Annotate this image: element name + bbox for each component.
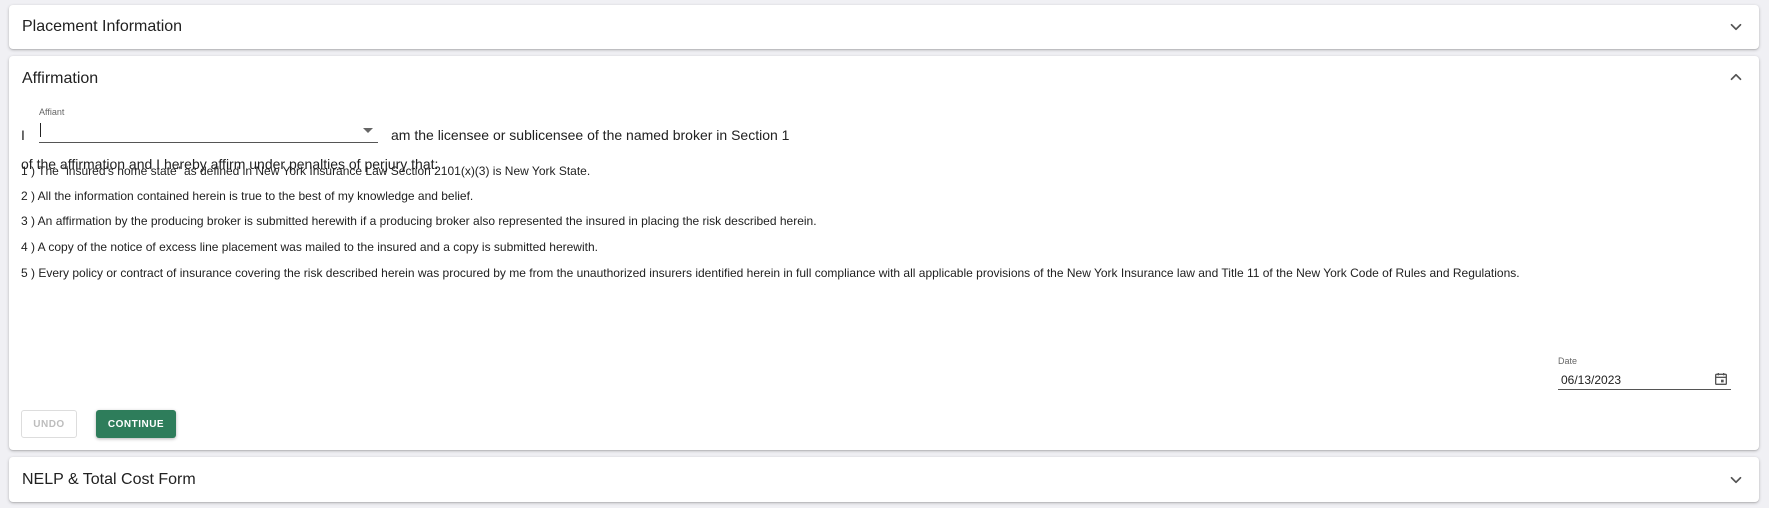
text-cursor <box>40 123 41 137</box>
affirmation-statement-1: 1 ) The “insured’s home state” as define… <box>21 164 591 178</box>
affirmation-statement-3: 3 ) An affirmation by the producing brok… <box>21 214 817 228</box>
date-label: Date <box>1558 356 1578 366</box>
date-value[interactable]: 06/13/2023 <box>1561 373 1621 387</box>
chevron-down-icon[interactable] <box>1727 471 1745 489</box>
chevron-down-icon[interactable] <box>1727 18 1745 36</box>
affirmation-title[interactable]: Affirmation <box>22 70 98 88</box>
nelp-total-cost-panel[interactable]: NELP & Total Cost Form <box>9 457 1759 502</box>
placement-information-panel[interactable]: Placement Information <box>9 5 1759 49</box>
affirmation-statement-2: 2 ) All the information contained herein… <box>21 189 474 203</box>
affirmation-statement-5: 5 ) Every policy or contract of insuranc… <box>21 266 1520 280</box>
affirmation-panel: Affirmation Affiant I am the licensee or… <box>9 56 1759 450</box>
affirmation-statement-4: 4 ) A copy of the notice of excess line … <box>21 240 598 254</box>
date-input[interactable]: 06/13/2023 <box>1558 369 1731 390</box>
dropdown-arrow-icon[interactable] <box>363 128 373 133</box>
chevron-up-icon[interactable] <box>1727 68 1745 86</box>
affirmation-line1-text: am the licensee or sublicensee of the na… <box>391 127 790 143</box>
placement-information-title[interactable]: Placement Information <box>22 18 182 36</box>
nelp-total-cost-title[interactable]: NELP & Total Cost Form <box>22 471 196 489</box>
continue-button[interactable]: CONTINUE <box>96 410 176 438</box>
affiant-label: Affiant <box>39 107 65 117</box>
undo-button[interactable]: UNDO <box>21 410 77 438</box>
affirmation-lead-text: I <box>21 127 25 143</box>
calendar-icon[interactable] <box>1713 371 1729 387</box>
affiant-select[interactable] <box>39 120 378 143</box>
